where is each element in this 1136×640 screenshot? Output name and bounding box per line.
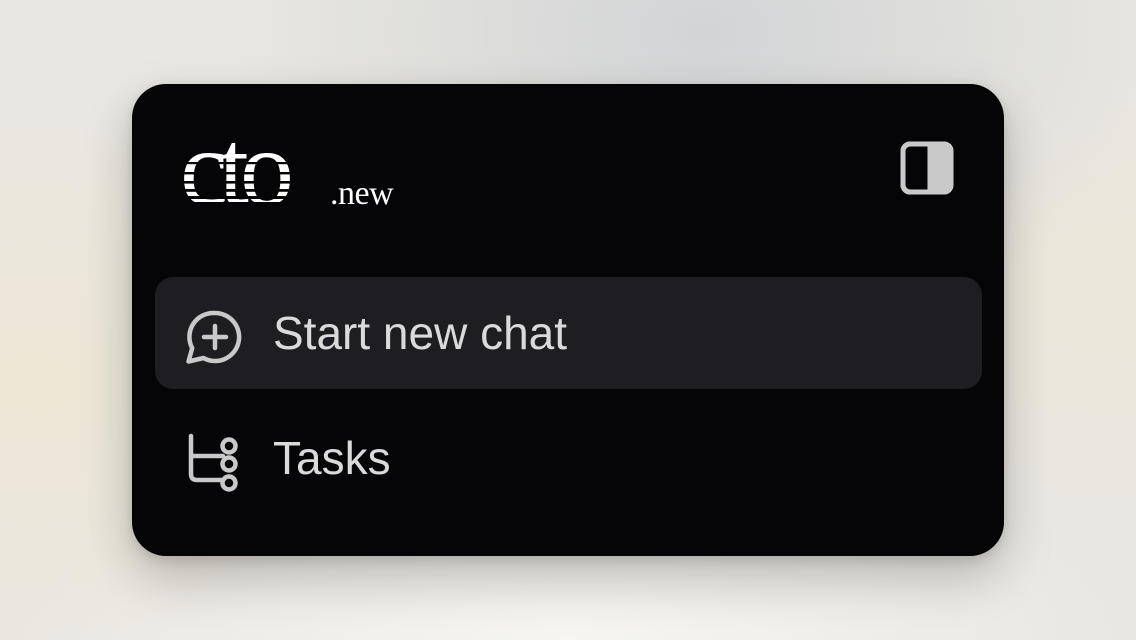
chat-plus-icon (186, 310, 242, 364)
nav-item-label: Tasks (273, 432, 391, 484)
nav-item-tasks[interactable]: Tasks (155, 402, 982, 514)
logo-wordmark: cto (180, 120, 290, 220)
sidebar-panel: cto .new Start new chat Tasks (132, 84, 1004, 556)
sidebar-toggle-button[interactable] (898, 139, 956, 197)
nav-item-label: Start new chat (273, 307, 568, 359)
sidebar-toggle-icon (900, 141, 954, 195)
nav-item-start-new-chat[interactable]: Start new chat (155, 277, 982, 389)
tasks-flow-icon (188, 433, 238, 492)
logo-suffix: .new (330, 175, 394, 212)
brand-logo[interactable]: cto .new (180, 120, 420, 220)
